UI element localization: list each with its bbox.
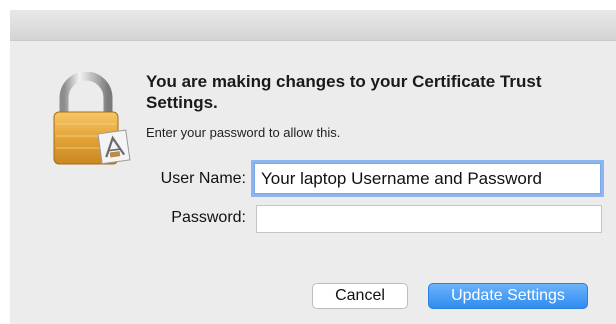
password-input[interactable] — [256, 205, 602, 233]
dialog-titlebar[interactable] — [10, 10, 616, 41]
dialog-subtext: Enter your password to allow this. — [146, 125, 341, 140]
dialog-heading: You are making changes to your Certifica… — [146, 72, 542, 112]
username-label: User Name: — [160, 170, 246, 187]
username-input[interactable] — [254, 163, 601, 194]
update-settings-button[interactable]: Update Settings — [428, 283, 588, 309]
lock-icon — [50, 71, 140, 168]
password-label: Password: — [171, 209, 246, 226]
cancel-button[interactable]: Cancel — [312, 283, 408, 309]
auth-dialog: You are making changes to your Certifica… — [10, 10, 616, 324]
